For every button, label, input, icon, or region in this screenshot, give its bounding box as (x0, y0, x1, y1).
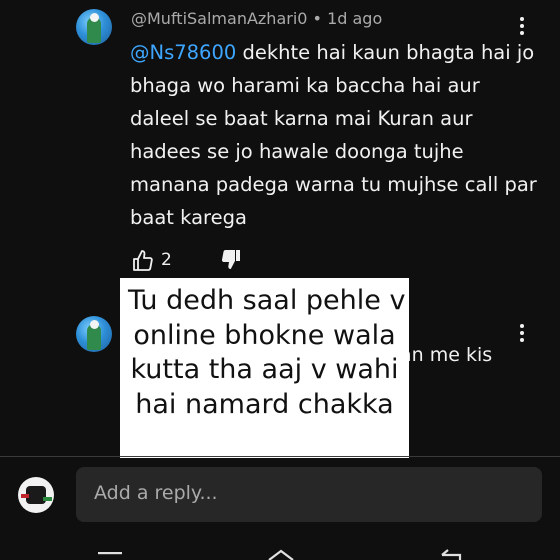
back-icon[interactable] (436, 549, 466, 560)
avatar-head (90, 13, 99, 22)
more-vert-icon[interactable] (512, 321, 532, 345)
reply-input[interactable]: Add a reply... (76, 467, 542, 522)
meta-separator: • (312, 9, 322, 28)
menu-icon[interactable] (96, 550, 124, 560)
text-overlay: Tu dedh saal pehle v online bhokne wala … (120, 278, 409, 458)
thumbs-down-icon[interactable] (219, 248, 243, 276)
overlay-line: Tu dedh saal pehle v (128, 285, 406, 316)
overlay-line: kutta tha aaj v wahi (130, 354, 399, 385)
avatar-emblem (26, 486, 46, 504)
commenter-avatar[interactable] (76, 9, 112, 45)
comment-time: 1d ago (327, 9, 383, 28)
system-nav-bar (0, 540, 560, 560)
thumbs-up-icon[interactable] (131, 249, 155, 277)
like-count: 2 (161, 250, 172, 270)
avatar-stripe (21, 494, 29, 498)
more-vert-icon[interactable] (512, 14, 532, 38)
comment-author[interactable]: @MuftiSalmanAzhari0 (131, 9, 307, 28)
comment2-partial-text: an me kis (400, 344, 493, 366)
user-avatar[interactable] (18, 477, 54, 513)
divider (0, 456, 560, 457)
avatar-stripe (43, 497, 52, 501)
comment-body: dekhte hai kaun bhagta hai jo bhaga wo h… (130, 41, 537, 229)
reply-placeholder: Add a reply... (94, 482, 218, 504)
home-icon[interactable] (266, 548, 296, 560)
avatar-head (90, 320, 99, 329)
overlay-line: online bhokne wala (133, 319, 396, 351)
comment-text: @Ns78600 dekhte hai kaun bhagta hai jo b… (130, 36, 540, 234)
comment-mention[interactable]: @Ns78600 (130, 41, 236, 64)
comment-meta: @MuftiSalmanAzhari0 • 1d ago (131, 9, 382, 28)
overlay-line: hai namard chakka (135, 388, 394, 420)
commenter-avatar-2[interactable] (76, 316, 112, 352)
